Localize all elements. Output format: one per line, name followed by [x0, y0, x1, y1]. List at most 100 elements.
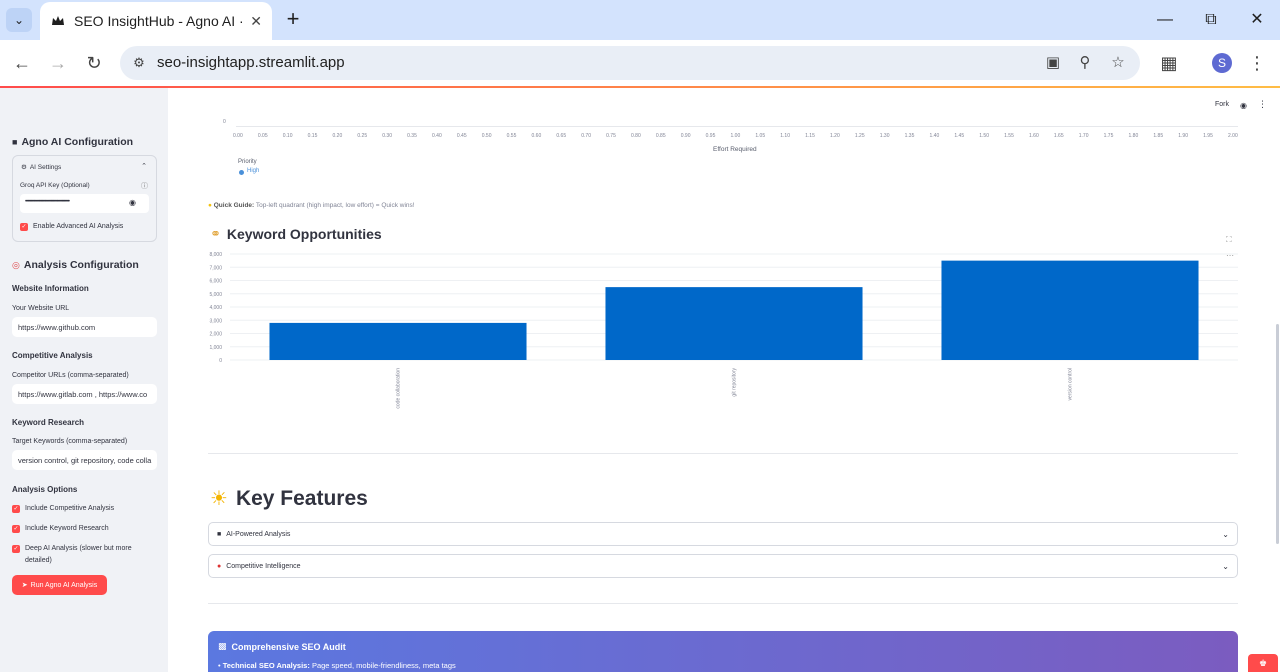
help-icon[interactable]: ⓘ — [141, 181, 148, 191]
tab-title: SEO InsightHub - Agno AI · Streamlit — [74, 13, 244, 29]
x-tick-label: 0.40 — [432, 133, 442, 139]
bookmark-star-icon[interactable]: ☆ — [1108, 53, 1128, 73]
target-keywords-input[interactable]: version control, git repository, code co… — [12, 450, 157, 470]
close-window-icon[interactable]: ✕ — [1247, 10, 1267, 30]
minimize-icon[interactable]: — — [1155, 10, 1175, 30]
main-content: Fork ◉ ⋮ 0 0.00 0.05 0.10 0.15 0.20 0.25 0.30 0… — [168, 88, 1280, 672]
run-analysis-button[interactable]: ➤ Run Agno AI Analysis — [12, 575, 107, 595]
competitive-intelligence-expander[interactable]: ● Competitive Intelligence ⌄ — [208, 554, 1238, 578]
fullscreen-icon[interactable]: ⛶ — [1226, 235, 1232, 245]
close-tab-icon[interactable]: ✕ — [250, 13, 262, 30]
x-tick-label: 0.00 — [233, 133, 243, 139]
browser-tab-bar: ⌄ SEO InsightHub - Agno AI · Streamlit ✕… — [0, 0, 1280, 40]
fork-link[interactable]: Fork — [1215, 101, 1229, 108]
x-tick-label: 1.35 — [904, 133, 915, 139]
analysis-config-heading: ◎ Analysis Configuration — [12, 259, 139, 271]
rocket-icon: ➤ — [21, 582, 28, 589]
ai-settings-header[interactable]: ⚙ AI Settings — [21, 163, 61, 172]
x-tick-label: 1.65 — [1053, 133, 1064, 139]
reload-icon[interactable]: ↻ — [83, 52, 105, 74]
x-tick-label: 1.50 — [979, 133, 989, 139]
x-tick-label: 0.85 — [655, 133, 666, 139]
restore-icon[interactable]: ⧉ — [1201, 10, 1221, 30]
back-arrow-icon[interactable]: ← — [11, 52, 33, 74]
competitor-urls-input[interactable]: https://www.gitlab.com , https://www.co — [12, 384, 157, 404]
bar[interactable] — [941, 260, 1199, 360]
x-tick-label: 0.95 — [705, 133, 716, 139]
x-tick-label: 0.25 — [357, 133, 368, 139]
robot-icon: ■ — [12, 137, 18, 147]
competitor-urls-label: Competitor URLs (comma-separated) — [12, 372, 129, 379]
y-tick-label: 0 — [219, 358, 222, 364]
address-bar[interactable]: ⚙ seo-insightapp.streamlit.app ▣ ⚲ ☆ — [120, 46, 1140, 80]
x-category-label: code collaboration — [396, 368, 402, 409]
deep-ai-checkbox[interactable]: ✓ Deep AI Analysis (slower but more deta… — [12, 543, 152, 567]
app-menu-icon[interactable]: ⋮ — [1258, 99, 1267, 110]
x-tick-label: 0.30 — [382, 133, 392, 139]
profile-avatar[interactable]: S — [1212, 53, 1232, 73]
y-tick-label: 5,000 — [209, 292, 222, 298]
tab-search-button[interactable]: ⌄ — [6, 8, 32, 32]
x-tick-label: 1.90 — [1178, 133, 1188, 139]
ai-settings-expander: ⚙ AI Settings ⌃ Groq API Key (Optional) … — [12, 155, 157, 242]
extensions-icon[interactable]: ▦ — [1158, 52, 1180, 74]
x-tick-label: 1.55 — [1004, 133, 1014, 139]
y-tick-label: 6,000 — [209, 279, 222, 285]
y-tick-label: 3,000 — [209, 318, 222, 324]
website-info-heading: Website Information — [12, 284, 89, 293]
x-tick-label: 0.35 — [407, 133, 417, 139]
streamlit-badge[interactable]: ♚ — [1248, 654, 1278, 672]
key-icon: ⚭ — [210, 226, 221, 241]
enable-advanced-checkbox[interactable]: ✓ Enable Advanced AI Analysis — [20, 221, 123, 233]
y-tick-label: 4,000 — [209, 305, 222, 311]
install-app-icon[interactable]: ▣ — [1043, 53, 1063, 73]
x-tick-label: 1.85 — [1153, 133, 1164, 139]
website-url-input[interactable]: https://www.github.com — [12, 317, 157, 337]
x-axis-line — [236, 126, 1238, 127]
x-tick-label: 1.00 — [730, 133, 741, 139]
browser-menu-icon[interactable]: ⋮ — [1246, 52, 1268, 74]
robot-icon: ■ — [217, 530, 222, 538]
include-keyword-checkbox[interactable]: ✓ Include Keyword Research — [12, 523, 109, 535]
lightbulb-icon: ● — [208, 202, 212, 209]
y-tick-label: 1,000 — [209, 345, 222, 351]
checkbox-checked-icon: ✓ — [12, 525, 20, 533]
include-competitive-checkbox[interactable]: ✓ Include Competitive Analysis — [12, 503, 114, 515]
bar[interactable] — [605, 287, 863, 360]
x-tick-label: 1.10 — [780, 133, 790, 139]
scrollbar[interactable] — [1276, 324, 1279, 544]
eye-icon[interactable]: ◉ — [129, 198, 136, 207]
divider — [208, 453, 1238, 454]
chevron-down-icon: ⌄ — [1222, 561, 1229, 571]
chevron-down-icon: ⌄ — [1222, 529, 1229, 539]
x-tick-label: 1.95 — [1203, 133, 1213, 139]
x-tick-label: 1.80 — [1128, 133, 1139, 139]
x-axis-title: Effort Required — [713, 146, 757, 153]
bar[interactable] — [269, 322, 527, 360]
chevron-down-icon: ⌄ — [13, 13, 25, 27]
agno-config-heading: ■ Agno AI Configuration — [12, 136, 134, 148]
new-tab-icon[interactable]: + — [282, 8, 304, 30]
x-tick-label: 0.80 — [631, 133, 641, 139]
keyword-opportunities-heading: ⚭ Keyword Opportunities — [210, 226, 382, 242]
checkbox-checked-icon: ✓ — [12, 545, 20, 553]
forward-arrow-icon[interactable]: → — [47, 52, 69, 74]
x-tick-label: 0.60 — [531, 133, 542, 139]
browser-toolbar: ← → ↻ ⚙ seo-insightapp.streamlit.app ▣ ⚲… — [0, 40, 1280, 86]
audit-title: ▩ Comprehensive SEO Audit — [218, 641, 346, 652]
x-tick-label: 0.15 — [307, 133, 318, 139]
y-tick-label: 7,000 — [209, 265, 222, 271]
x-tick-label: 0.05 — [257, 133, 268, 139]
seo-audit-card: ▩ Comprehensive SEO Audit • Technical SE… — [208, 631, 1238, 672]
ai-powered-analysis-expander[interactable]: ■ AI-Powered Analysis ⌄ — [208, 522, 1238, 546]
zoom-icon[interactable]: ⚲ — [1075, 53, 1095, 73]
github-icon[interactable]: ◉ — [1240, 101, 1247, 110]
site-settings-icon[interactable]: ⚙ — [130, 54, 148, 72]
y-tick-label: 2,000 — [209, 332, 222, 338]
x-tick-label: 0.75 — [606, 133, 616, 139]
keyword-opportunities-chart: 0 1,000 2,000 3,000 4,000 5,000 6,000 7,000 8,00… — [209, 252, 1238, 409]
legend-item: High — [247, 168, 260, 174]
browser-tab[interactable]: SEO InsightHub - Agno AI · Streamlit ✕ — [40, 2, 272, 40]
x-tick-label: 0.70 — [581, 133, 591, 139]
chevron-up-icon[interactable]: ⌃ — [141, 162, 147, 170]
